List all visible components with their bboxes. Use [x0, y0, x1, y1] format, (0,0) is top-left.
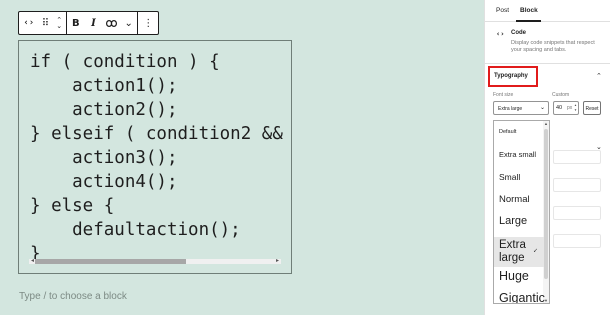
link-icon[interactable]	[102, 12, 120, 34]
code-block-icon: ‹›	[496, 30, 505, 38]
block-toolbar: ‹› ⠿ ⌃ ⌄ B I ⌄ ⋮	[18, 11, 159, 35]
tab-post[interactable]: Post	[496, 7, 509, 14]
check-icon: ✓	[532, 248, 538, 255]
dropdown-option[interactable]: Extra large ✓	[494, 237, 544, 267]
custom-size-label: Custom	[552, 92, 570, 98]
block-card-title: Code	[511, 30, 526, 36]
move-up-icon[interactable]: ⌃	[56, 17, 62, 24]
chevron-down-icon: ⌄	[539, 105, 545, 111]
tab-block[interactable]: Block	[520, 7, 538, 14]
scroll-left-icon[interactable]: ◂	[31, 258, 34, 265]
spinner-arrows-icon[interactable]: ▲ ▼	[574, 103, 577, 113]
scroll-right-icon[interactable]: ▸	[276, 258, 279, 265]
dropdown-option[interactable]: Normal	[494, 194, 544, 205]
code-block-icon[interactable]: ‹›	[19, 12, 39, 34]
move-down-icon[interactable]: ⌄	[56, 23, 62, 30]
custom-size-unit: px	[567, 105, 573, 111]
faint-control	[553, 150, 601, 164]
chevron-down-icon[interactable]: ⌄	[596, 143, 602, 151]
dropdown-option-label: Large	[499, 215, 528, 227]
dropdown-option-label: Small	[499, 172, 521, 182]
dropdown-option-label: Default	[499, 129, 517, 135]
dropdown-option-label: Extra small	[499, 150, 537, 159]
block-card-description: Display code snippets that respect your …	[511, 40, 595, 53]
block-appender-placeholder[interactable]: Type / to choose a block	[19, 291, 127, 302]
code-block[interactable]: if ( condition ) { action1(); action2();…	[18, 40, 292, 274]
reset-button[interactable]: Reset	[583, 101, 601, 115]
font-size-dropdown[interactable]: ▲ ▼ Default Extra small Small Normal Large Ex…	[493, 120, 550, 304]
block-card: ‹› Code Display code snippets that respe…	[485, 22, 610, 64]
font-size-selected-value: Extra large	[498, 106, 523, 112]
dropdown-option[interactable]: Large	[494, 215, 544, 227]
faint-control	[553, 206, 601, 220]
horizontal-scrollbar[interactable]	[29, 259, 281, 264]
editor-canvas: ‹› ⠿ ⌃ ⌄ B I ⌄ ⋮ if ( condition ) { acti…	[0, 0, 484, 315]
dropdown-option-label: Huge	[499, 269, 529, 283]
dropdown-option[interactable]: Small	[494, 172, 544, 182]
font-size-select[interactable]: Extra large ⌄	[493, 101, 549, 115]
code-content[interactable]: if ( condition ) { action1(); action2();…	[30, 50, 291, 266]
italic-button[interactable]: I	[85, 12, 103, 34]
dropdown-option-label: Normal	[499, 194, 530, 205]
custom-size-input[interactable]: 40 px ▲ ▼	[553, 101, 579, 115]
more-formatting-chevron-icon[interactable]: ⌄	[120, 12, 138, 34]
scrollbar-thumb[interactable]	[35, 259, 187, 264]
dropdown-option-label: Extra large	[499, 239, 526, 264]
font-size-label: Font size	[493, 92, 514, 98]
typography-panel-title[interactable]: Typography	[494, 73, 528, 79]
faint-control	[553, 178, 601, 192]
sidebar-tabs: Post Block	[485, 0, 610, 22]
move-buttons: ⌃ ⌄	[52, 12, 66, 34]
dropdown-option[interactable]: Extra small	[494, 150, 544, 159]
dropdown-option[interactable]: Default	[494, 129, 544, 135]
custom-size-value: 40	[556, 105, 563, 111]
link-glyph	[105, 19, 117, 27]
chevron-up-icon[interactable]: ⌃	[596, 72, 602, 80]
faint-control	[553, 234, 601, 248]
dropdown-option[interactable]: Gigantic	[494, 291, 545, 304]
dropdown-option[interactable]: Huge	[494, 269, 544, 283]
scroll-up-icon[interactable]: ▲	[544, 121, 548, 126]
dropdown-scrollbar-thumb[interactable]	[544, 129, 548, 279]
options-icon[interactable]: ⋮	[138, 12, 158, 34]
dropdown-option-label: Gigantic	[499, 291, 545, 304]
drag-handle-icon[interactable]: ⠿	[39, 12, 53, 34]
bold-button[interactable]: B	[67, 12, 85, 34]
